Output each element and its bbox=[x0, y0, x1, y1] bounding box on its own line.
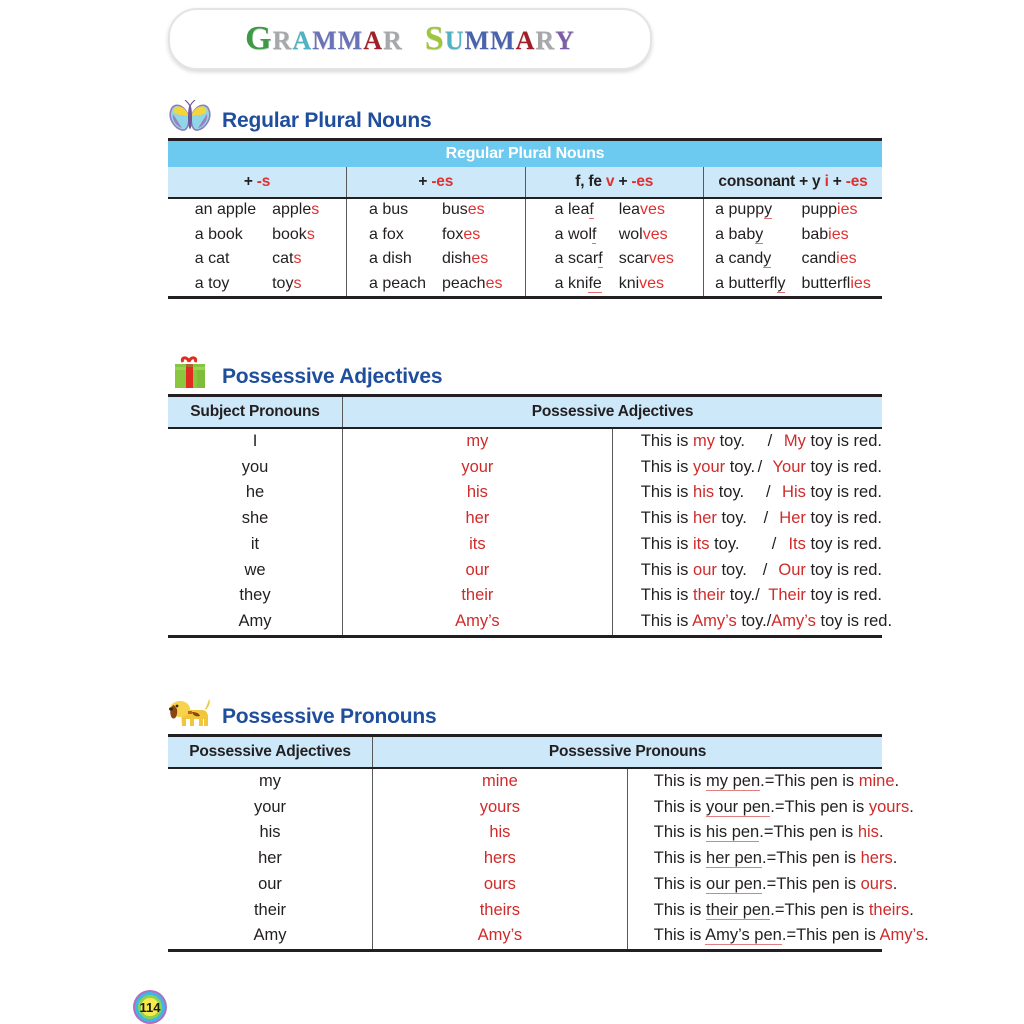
example-sentence-pair: This is its toy. / Its toy is red. bbox=[640, 534, 882, 553]
section-possessive-pronouns: Possessive Pronouns Possessive Adjective… bbox=[168, 692, 929, 953]
table1-cell-s: an apple apples a book books a cat cats a toy t… bbox=[194, 201, 320, 293]
subject-pronoun: Amy bbox=[238, 612, 272, 631]
possessive-pronoun: his bbox=[489, 823, 511, 842]
possessive-adjective: its bbox=[469, 534, 486, 553]
possessive-adjective: our bbox=[465, 560, 490, 579]
subject-pronoun: we bbox=[244, 560, 266, 579]
table1-col-header-s: + -s bbox=[168, 167, 347, 199]
possessive-adjective: my bbox=[259, 772, 281, 790]
gift-icon bbox=[168, 356, 212, 390]
grammar-summary-page: GRAMMAR SUMMARY Regular Plural Nouns Reg… bbox=[0, 0, 1024, 1024]
subject-pronoun: they bbox=[239, 586, 271, 605]
table3-header-row: Possessive Adjectives Possessive Pronoun… bbox=[168, 735, 882, 769]
subject-pronoun: he bbox=[245, 483, 265, 502]
possessive-adjectives-table: Subject Pronouns Possessive Adjectives I… bbox=[168, 394, 893, 638]
example-sentence-pair: This is her toy. / Her toy is red. bbox=[640, 509, 882, 528]
table1-title: Regular Plural Nouns bbox=[168, 139, 882, 167]
table2-subject-list: Iyou he she it we they Amy bbox=[168, 429, 342, 635]
example-sentence-pair: This is your pen. = This pen is yours. bbox=[653, 797, 914, 817]
section1-heading-row: Regular Plural Nouns bbox=[168, 96, 882, 134]
example-sentence-pair: This is his pen. = This pen is his. bbox=[653, 823, 884, 843]
example-sentence-pair: This is their pen. = This pen is theirs. bbox=[653, 900, 914, 920]
possessive-adjective: their bbox=[253, 900, 287, 919]
example-sentence-pair: This is our toy. / Our toy is red. bbox=[640, 560, 882, 579]
example-sentence-pair: This is her pen. = This pen is hers. bbox=[653, 849, 898, 869]
subject-pronoun: you bbox=[241, 457, 269, 476]
example-sentence-pair: This is Amy’s pen. = This pen is Amy’s. bbox=[653, 926, 929, 946]
example-sentence-pair: This is your toy. / Your toy is red. bbox=[640, 457, 882, 476]
table1-cell-consonant-y: a puppy puppies a baby babies a candy candies… bbox=[703, 198, 882, 298]
example-sentence-pair: This is Amy’s toy. / Amy’s toy is red. bbox=[640, 612, 893, 631]
subject-pronoun: I bbox=[252, 432, 258, 450]
possessive-adjective: Amy bbox=[253, 926, 287, 945]
possessive-pronoun: mine bbox=[481, 772, 518, 790]
page-number-badge: 114 bbox=[133, 990, 167, 1024]
table3-header-possessive-pronouns: Possessive Pronouns bbox=[372, 735, 882, 769]
table1-col-header-f-fe: f, fe v + -es bbox=[524, 167, 704, 199]
possessive-adjective: his bbox=[259, 823, 281, 842]
table1-header-row: + -s + -es f, fe v + -es consonant + y i… bbox=[168, 167, 882, 199]
table3-sentence-list: This is my pen. = This pen is mine. This is… bbox=[653, 769, 929, 949]
table2-adjective-list: my your his her its our their Amy’s bbox=[343, 429, 612, 635]
section-possessive-adjectives: Possessive Adjectives Subject Pronouns P… bbox=[168, 352, 893, 638]
possessive-pronoun: yours bbox=[479, 797, 521, 816]
page-title-banner: GRAMMAR SUMMARY bbox=[168, 8, 652, 70]
possessive-adjective: her bbox=[258, 849, 282, 868]
section2-title: Possessive Adjectives bbox=[222, 365, 443, 388]
example-sentence-pair: This is his toy. / His toy is red. bbox=[640, 483, 882, 502]
example-sentence-pair: This is their toy. / Their toy is red. bbox=[640, 586, 882, 605]
possessive-adjective: Amy’s bbox=[455, 612, 500, 631]
possessive-pronoun: ours bbox=[483, 874, 516, 893]
table3-adjective-list: my your his her our their Amy bbox=[168, 769, 372, 949]
dog-icon bbox=[168, 696, 212, 730]
page-title: GRAMMAR SUMMARY bbox=[245, 20, 575, 57]
possessive-pronoun: hers bbox=[483, 849, 516, 868]
table2-body-row: Iyou he she it we they Amy my your his her its our t… bbox=[168, 428, 893, 637]
table1-col-header-es: + -es bbox=[346, 167, 525, 199]
possessive-adjective: my bbox=[466, 432, 489, 450]
possessive-adjective: his bbox=[466, 483, 488, 502]
section-regular-plural-nouns: Regular Plural Nouns Regular Plural Noun… bbox=[168, 96, 882, 299]
section3-heading-row: Possessive Pronouns bbox=[168, 692, 882, 730]
example-sentence-pair: This is my toy. / My toy is red. bbox=[640, 432, 882, 450]
table2-sentence-list: This is my toy. / My toy is red. This is yo… bbox=[640, 429, 893, 635]
possessive-pronoun: theirs bbox=[479, 900, 521, 919]
table2-header-subject-pronouns: Subject Pronouns bbox=[168, 395, 343, 429]
table1-cell-es: a bus buses a fox foxes a dish dishes a peach p… bbox=[346, 198, 525, 298]
example-sentence-pair: This is our pen. = This pen is ours. bbox=[653, 874, 898, 894]
section3-title: Possessive Pronouns bbox=[222, 705, 437, 728]
table3-header-possessive-adjectives: Possessive Adjectives bbox=[168, 735, 373, 769]
table2-header-possessive-adjectives: Possessive Adjectives bbox=[342, 395, 882, 429]
butterfly-icon bbox=[168, 99, 212, 134]
table1-col-header-consonant-y: consonant + y i + -es bbox=[703, 167, 882, 199]
possessive-pronoun: Amy’s bbox=[477, 926, 523, 945]
regular-plural-nouns-table: Regular Plural Nouns + -s + -es f, fe v … bbox=[168, 138, 882, 299]
table1-title-row: Regular Plural Nouns bbox=[168, 139, 882, 167]
possessive-pronouns-table: Possessive Adjectives Possessive Pronoun… bbox=[168, 734, 929, 953]
section2-heading-row: Possessive Adjectives bbox=[168, 352, 882, 390]
table2-header-row: Subject Pronouns Possessive Adjectives bbox=[168, 395, 882, 429]
page-number: 114 bbox=[139, 999, 161, 1015]
table3-body-row: my your his her our their Amy mine yours his hers… bbox=[168, 768, 929, 951]
possessive-adjective: your bbox=[461, 457, 494, 476]
possessive-adjective: our bbox=[258, 874, 282, 893]
possessive-adjective: her bbox=[465, 509, 490, 528]
possessive-adjective: their bbox=[461, 586, 494, 605]
table1-body-row: an apple apples a book books a cat cats a toy t… bbox=[168, 198, 882, 298]
subject-pronoun: she bbox=[241, 509, 269, 528]
possessive-adjective: your bbox=[253, 797, 287, 816]
subject-pronoun: it bbox=[250, 534, 260, 553]
table3-pronoun-list: mine yours his hers ours theirs Amy’s bbox=[373, 769, 627, 949]
table1-cell-f-fe: a leaf leaves a wolf wolves a scarf scarves a … bbox=[524, 198, 704, 298]
example-sentence-pair: This is my pen. = This pen is mine. bbox=[653, 772, 900, 791]
section1-title: Regular Plural Nouns bbox=[222, 109, 432, 132]
